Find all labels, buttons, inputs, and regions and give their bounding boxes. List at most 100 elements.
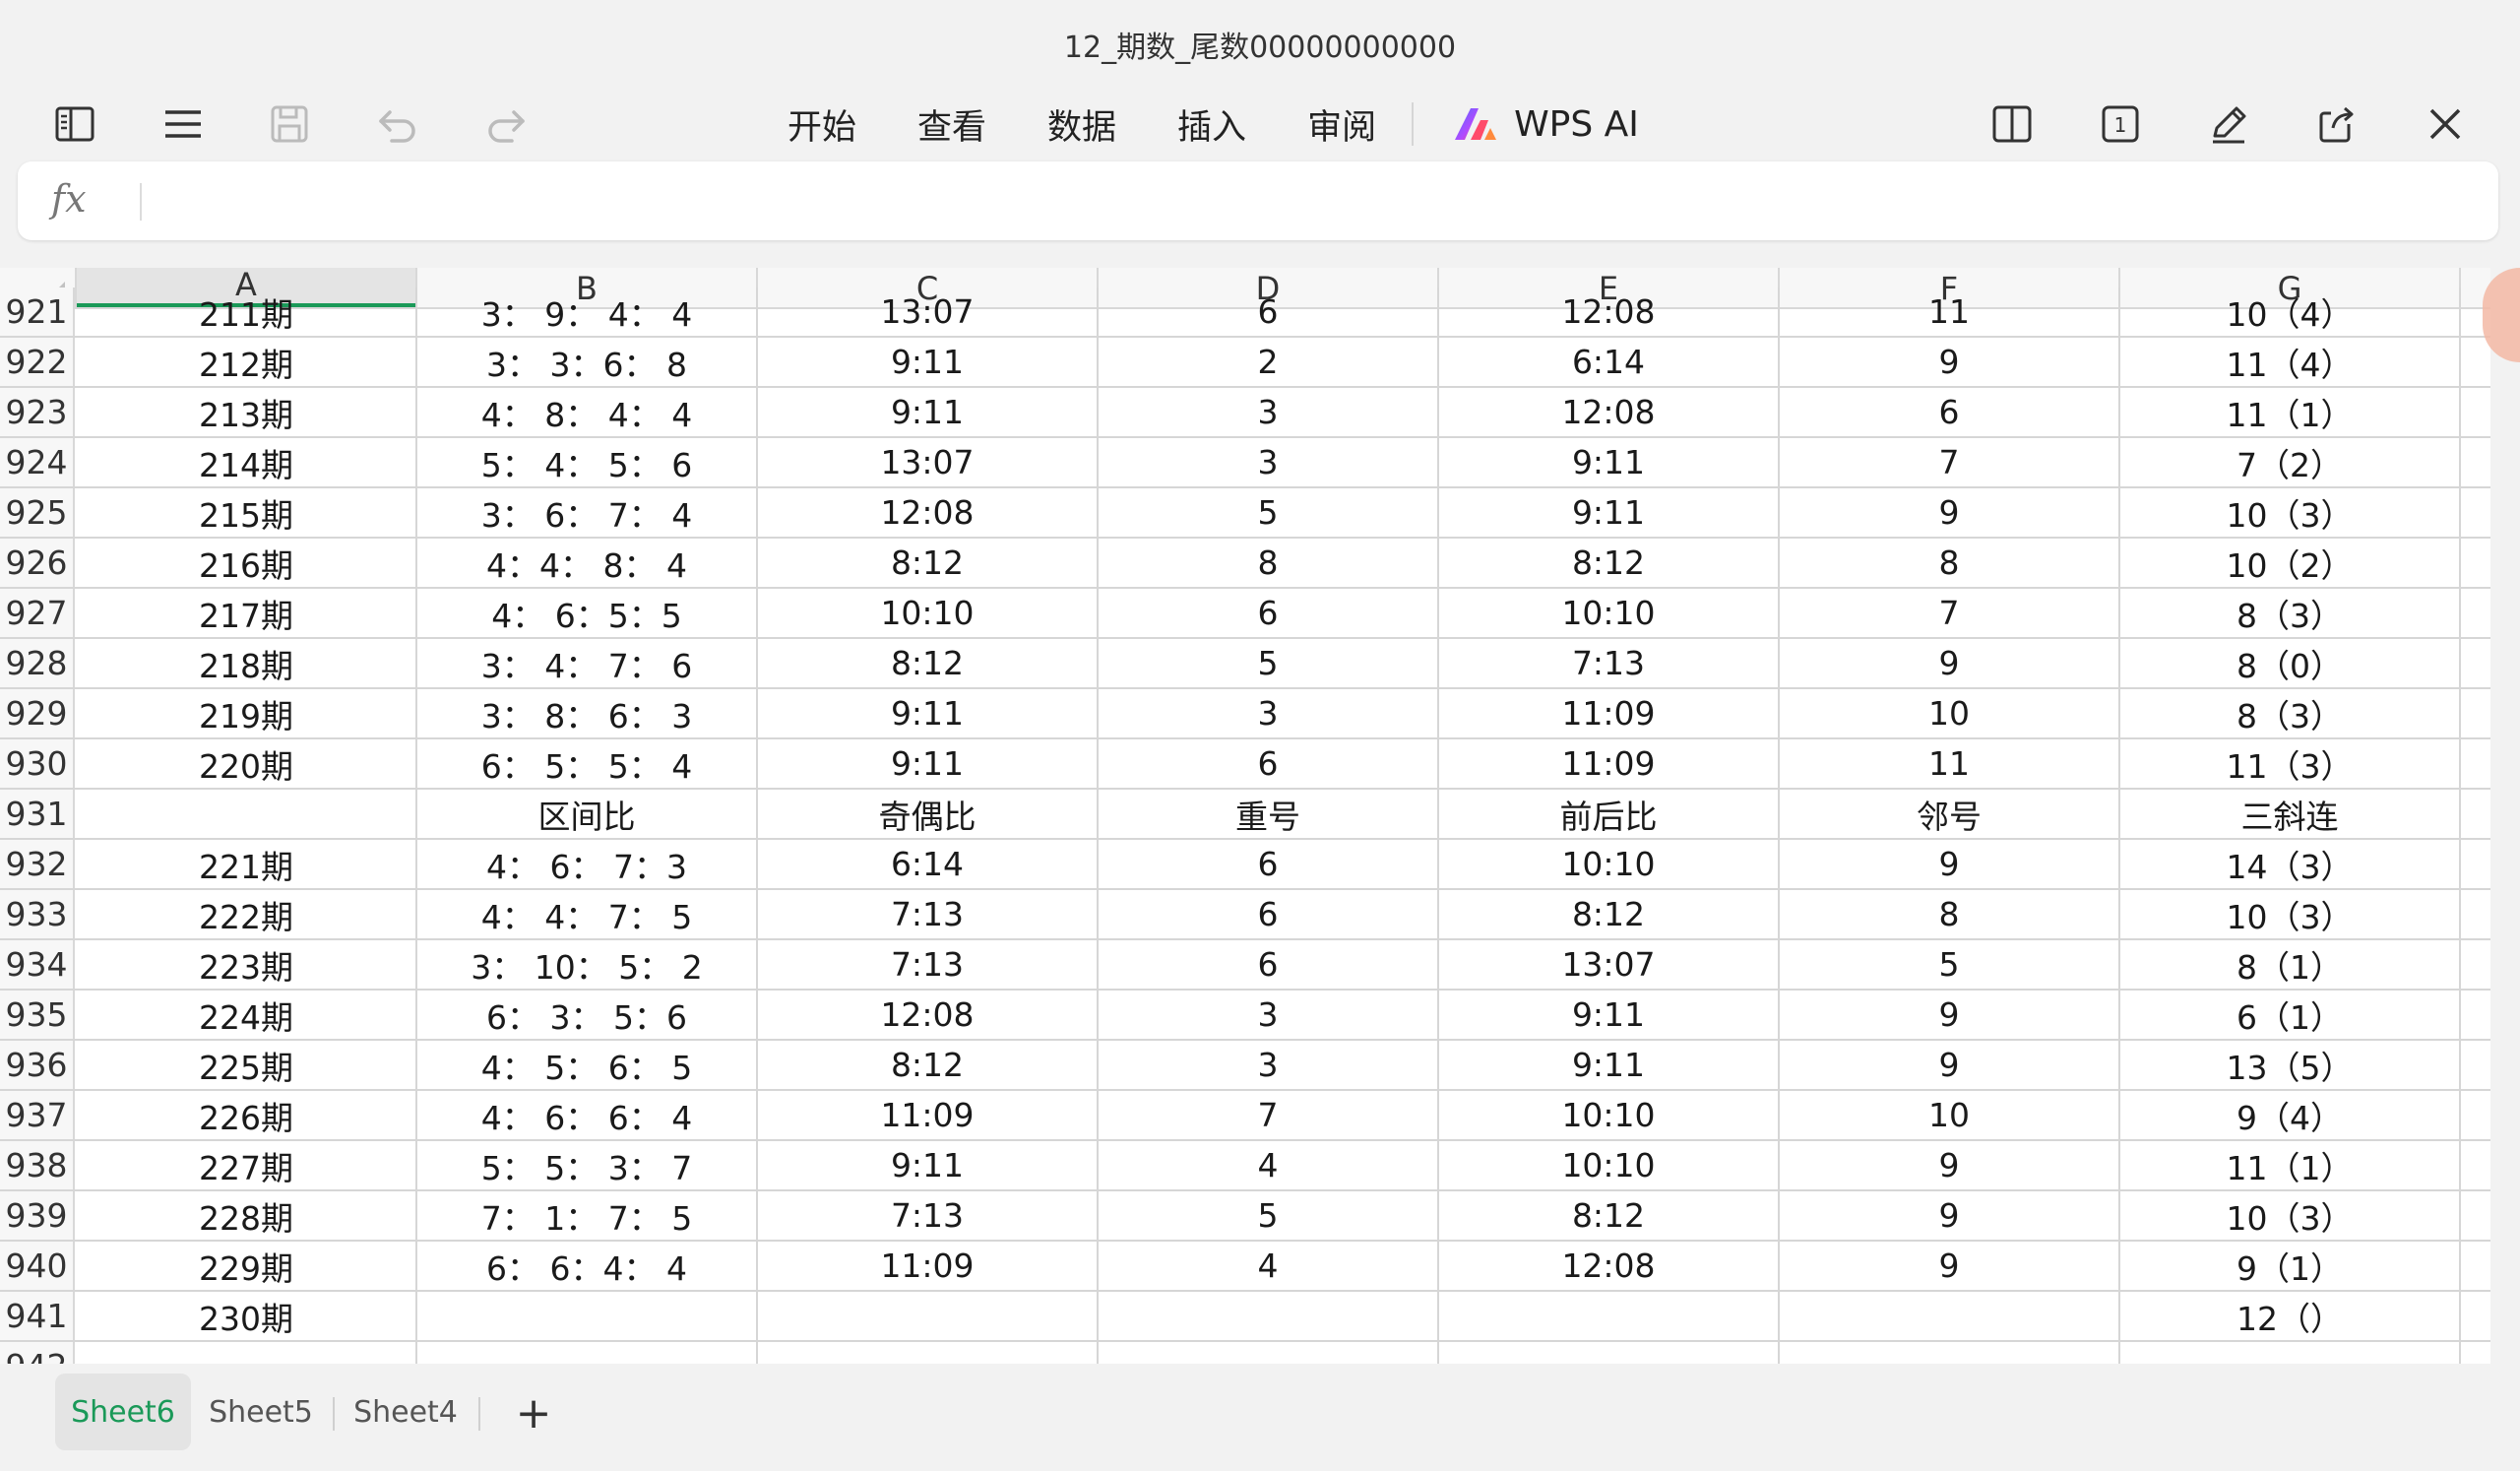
cell-c[interactable]: 7:13 — [758, 1191, 1099, 1240]
cell-a[interactable]: 222期 — [77, 890, 417, 938]
cell-e[interactable]: 8:12 — [1439, 539, 1780, 587]
cell-d[interactable]: 3 — [1099, 689, 1439, 737]
close-icon[interactable] — [2420, 98, 2471, 150]
cell-b[interactable]: 4： 4： 7： 5 — [417, 890, 758, 938]
row-number[interactable]: 928 — [0, 639, 75, 687]
cell-b[interactable]: 4： 6： 7：3 — [417, 840, 758, 888]
cell-f[interactable]: 9 — [1780, 1242, 2120, 1290]
cell-b[interactable]: 3： 9： 4： 4 — [417, 288, 758, 336]
cell-b[interactable]: 3： 8： 6： 3 — [417, 689, 758, 737]
row-number[interactable]: 934 — [0, 940, 75, 989]
cell-c[interactable]: 13:07 — [758, 288, 1099, 336]
cell-f[interactable]: 9 — [1780, 991, 2120, 1039]
cell-c[interactable]: 9:11 — [758, 689, 1099, 737]
cell-e[interactable]: 11:09 — [1439, 689, 1780, 737]
cell-e[interactable]: 6:14 — [1439, 338, 1780, 386]
cell-a[interactable]: 229期 — [77, 1242, 417, 1290]
cell-b[interactable]: 7： 1： 7： 5 — [417, 1191, 758, 1240]
cell-d[interactable]: 5 — [1099, 488, 1439, 537]
cell-e[interactable]: 9:11 — [1439, 488, 1780, 537]
undo-icon[interactable] — [372, 98, 423, 150]
cell-a[interactable]: 212期 — [77, 338, 417, 386]
cell-f[interactable]: 9 — [1780, 488, 2120, 537]
sheet-tab-sheet4[interactable]: Sheet4 — [345, 1374, 467, 1450]
cell-b[interactable]: 6： 3： 5：6 — [417, 991, 758, 1039]
cell-c[interactable]: 12:08 — [758, 488, 1099, 537]
cell-c[interactable]: 7:13 — [758, 890, 1099, 938]
cell-b[interactable]: 5： 4： 5： 6 — [417, 438, 758, 486]
row-number[interactable]: 938 — [0, 1141, 75, 1189]
cell-d[interactable]: 8 — [1099, 539, 1439, 587]
row-number[interactable]: 941 — [0, 1292, 75, 1340]
split-view-icon[interactable] — [1986, 98, 2038, 150]
cell-e[interactable]: 12:08 — [1439, 288, 1780, 336]
cell-d[interactable]: 5 — [1099, 1191, 1439, 1240]
cell-g[interactable]: 10（2） — [2120, 539, 2461, 587]
cell-c[interactable]: 奇偶比 — [758, 790, 1099, 838]
cell-e[interactable] — [1439, 1292, 1780, 1340]
cell-b[interactable]: 3： 10： 5： 2 — [417, 940, 758, 989]
cell-g[interactable]: 10（3） — [2120, 488, 2461, 537]
cell-c[interactable]: 9:11 — [758, 739, 1099, 788]
cell-g[interactable]: 12（） — [2120, 1292, 2461, 1340]
row-number[interactable]: 926 — [0, 539, 75, 587]
cell-a[interactable]: 219期 — [77, 689, 417, 737]
cell-a[interactable]: 211期 — [77, 288, 417, 336]
cell-g[interactable]: 9（1） — [2120, 1242, 2461, 1290]
cell-e[interactable]: 11:09 — [1439, 739, 1780, 788]
sheet-tab-sheet6[interactable]: Sheet6 — [55, 1374, 191, 1450]
cell-g[interactable]: 8（1） — [2120, 940, 2461, 989]
cell-e[interactable]: 12:08 — [1439, 1242, 1780, 1290]
row-number[interactable]: 927 — [0, 589, 75, 637]
row-number[interactable]: 930 — [0, 739, 75, 788]
cell-d[interactable]: 6 — [1099, 940, 1439, 989]
cell-d[interactable]: 6 — [1099, 890, 1439, 938]
row-number[interactable]: 925 — [0, 488, 75, 537]
cell-a[interactable]: 218期 — [77, 639, 417, 687]
cell-b[interactable]: 4： 5： 6： 5 — [417, 1041, 758, 1089]
cell-f[interactable] — [1780, 1342, 2120, 1364]
cell-f[interactable]: 11 — [1780, 288, 2120, 336]
cell-a[interactable]: 223期 — [77, 940, 417, 989]
cell-a[interactable]: 228期 — [77, 1191, 417, 1240]
row-number[interactable]: 942 — [0, 1342, 75, 1364]
cell-g[interactable]: 9（4） — [2120, 1091, 2461, 1139]
cell-d[interactable]: 6 — [1099, 589, 1439, 637]
cell-d[interactable]: 3 — [1099, 438, 1439, 486]
cell-f[interactable]: 10 — [1780, 1091, 2120, 1139]
cell-c[interactable]: 7:13 — [758, 940, 1099, 989]
cell-b[interactable] — [417, 1292, 758, 1340]
menu-home[interactable]: 开始 — [788, 99, 856, 150]
page-count-icon[interactable]: 1 — [2095, 98, 2146, 150]
cell-a[interactable]: 213期 — [77, 388, 417, 436]
cell-c[interactable]: 9:11 — [758, 388, 1099, 436]
cell-b[interactable]: 3： 3：6： 8 — [417, 338, 758, 386]
cell-b[interactable]: 3： 4： 7： 6 — [417, 639, 758, 687]
cell-c[interactable]: 9:11 — [758, 338, 1099, 386]
cell-c[interactable]: 11:09 — [758, 1091, 1099, 1139]
row-number[interactable]: 929 — [0, 689, 75, 737]
cell-a[interactable]: 221期 — [77, 840, 417, 888]
cell-c[interactable]: 8:12 — [758, 639, 1099, 687]
cell-g[interactable]: 11（3） — [2120, 739, 2461, 788]
cell-f[interactable]: 8 — [1780, 890, 2120, 938]
cell-b[interactable]: 4： 6： 6： 4 — [417, 1091, 758, 1139]
cell-c[interactable]: 13:07 — [758, 438, 1099, 486]
cell-g[interactable]: 8（3） — [2120, 689, 2461, 737]
row-number[interactable]: 924 — [0, 438, 75, 486]
row-number[interactable]: 933 — [0, 890, 75, 938]
cell-f[interactable]: 9 — [1780, 338, 2120, 386]
cell-g[interactable]: 10（4） — [2120, 288, 2461, 336]
sidebar-toggle-icon[interactable] — [49, 98, 100, 150]
cell-d[interactable]: 6 — [1099, 840, 1439, 888]
cell-d[interactable]: 6 — [1099, 739, 1439, 788]
cell-d[interactable]: 4 — [1099, 1141, 1439, 1189]
cell-d[interactable] — [1099, 1292, 1439, 1340]
cell-g[interactable]: 11（1） — [2120, 388, 2461, 436]
cell-c[interactable] — [758, 1292, 1099, 1340]
cell-b[interactable]: 区间比 — [417, 790, 758, 838]
cell-c[interactable]: 6:14 — [758, 840, 1099, 888]
cell-f[interactable]: 6 — [1780, 388, 2120, 436]
cell-g[interactable]: 11（1） — [2120, 1141, 2461, 1189]
cell-d[interactable]: 2 — [1099, 338, 1439, 386]
